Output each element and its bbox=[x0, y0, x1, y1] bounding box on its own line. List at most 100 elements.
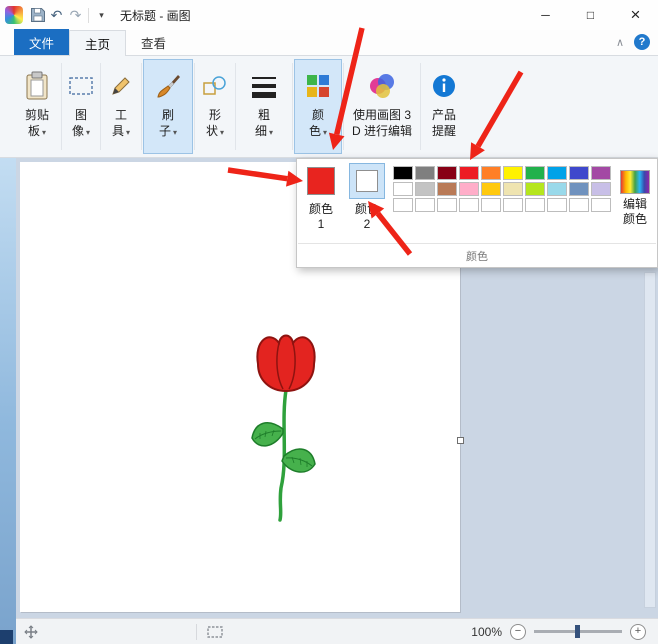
redo-button[interactable]: ↷ bbox=[66, 4, 85, 26]
ribbon-group-shapes[interactable]: 形状 ▾ bbox=[196, 59, 234, 154]
paint-window: ↶ ↷ ▾ 无标题 - 画图 ─ □ × 文件 主页 查看 ∧ ? 剪贴 板 ▾… bbox=[0, 0, 658, 644]
minimize-button[interactable]: ─ bbox=[523, 0, 568, 30]
pencil-icon bbox=[109, 66, 133, 106]
palette-cell-r1c9[interactable] bbox=[569, 166, 589, 180]
palette-cell-r1c10[interactable] bbox=[591, 166, 611, 180]
ribbon-group-tools[interactable]: 工具 ▾ bbox=[102, 59, 140, 154]
window-title: 无标题 - 画图 bbox=[120, 8, 191, 23]
desktop-background bbox=[0, 630, 13, 644]
edit-colors-icon bbox=[620, 170, 650, 194]
color1-swatch bbox=[307, 167, 335, 195]
color-grid-icon bbox=[305, 66, 331, 106]
palette-cell-r3c3[interactable] bbox=[437, 198, 457, 212]
chevron-down-icon: ▾ bbox=[173, 127, 178, 137]
info-icon bbox=[431, 66, 457, 106]
statusbar: 100% − + bbox=[16, 618, 658, 644]
minimize-icon: ─ bbox=[541, 8, 550, 22]
color-palette-grid bbox=[393, 166, 611, 212]
chevron-down-icon: ▾ bbox=[269, 127, 274, 137]
zoom-in-icon: + bbox=[634, 625, 642, 637]
chevron-down-icon: ▾ bbox=[126, 127, 131, 137]
chevron-down-icon: ▾ bbox=[86, 127, 91, 137]
brush-icon bbox=[155, 66, 181, 106]
colors-dropdown-panel: 颜色 1 颜色 2 编辑 颜色 颜色 bbox=[296, 158, 658, 268]
ribbon-tabs: 文件 主页 查看 bbox=[0, 29, 658, 56]
zoom-out-button[interactable]: − bbox=[510, 623, 526, 640]
zoom-in-button[interactable]: + bbox=[630, 623, 646, 640]
quick-access-dropdown[interactable]: ▾ bbox=[92, 4, 111, 26]
palette-cell-r2c4[interactable] bbox=[459, 182, 479, 196]
color2-swatch bbox=[356, 170, 378, 192]
vertical-scrollbar[interactable] bbox=[644, 272, 656, 608]
palette-cell-r1c3[interactable] bbox=[437, 166, 457, 180]
ribbon-group-product-alerts[interactable]: 产品 提醒 bbox=[422, 59, 466, 154]
tab-view[interactable]: 查看 bbox=[126, 29, 181, 55]
titlebar: ↶ ↷ ▾ 无标题 - 画图 ─ □ × bbox=[0, 0, 658, 30]
zoom-slider[interactable] bbox=[534, 625, 622, 638]
clipboard-icon bbox=[24, 66, 50, 106]
chevron-down-icon: ▾ bbox=[41, 127, 46, 137]
redo-icon: ↷ bbox=[69, 6, 82, 23]
undo-icon: ↶ bbox=[50, 6, 63, 23]
palette-cell-r3c9[interactable] bbox=[569, 198, 589, 212]
divider bbox=[88, 7, 89, 23]
palette-cell-r3c1[interactable] bbox=[393, 198, 413, 212]
palette-cell-r2c5[interactable] bbox=[481, 182, 501, 196]
palette-cell-r2c10[interactable] bbox=[591, 182, 611, 196]
palette-cell-r2c9[interactable] bbox=[569, 182, 589, 196]
close-icon: × bbox=[630, 5, 641, 24]
desktop-background bbox=[0, 158, 16, 644]
palette-cell-r3c5[interactable] bbox=[481, 198, 501, 212]
chevron-down-icon: ▾ bbox=[99, 9, 104, 20]
edit-colors-button[interactable]: 编辑 颜色 bbox=[614, 163, 656, 227]
zoom-out-icon: − bbox=[514, 625, 522, 637]
color2-button[interactable]: 颜色 2 bbox=[345, 163, 389, 232]
palette-cell-r2c1[interactable] bbox=[393, 182, 413, 196]
divider bbox=[196, 623, 197, 640]
palette-cell-r1c7[interactable] bbox=[525, 166, 545, 180]
palette-cell-r3c10[interactable] bbox=[591, 198, 611, 212]
tab-file[interactable]: 文件 bbox=[14, 29, 70, 55]
zoom-slider-thumb[interactable] bbox=[575, 625, 580, 638]
palette-cell-r2c3[interactable] bbox=[437, 182, 457, 196]
color1-button[interactable]: 颜色 1 bbox=[299, 163, 343, 232]
line-thickness-icon bbox=[250, 66, 278, 106]
palette-cell-r2c8[interactable] bbox=[547, 182, 567, 196]
palette-cell-r3c2[interactable] bbox=[415, 198, 435, 212]
undo-button[interactable]: ↶ bbox=[47, 4, 66, 26]
canvas-resize-handle[interactable] bbox=[457, 437, 464, 444]
zoom-level: 100% bbox=[471, 624, 502, 639]
ribbon-group-image[interactable]: 图像 ▾ bbox=[63, 59, 99, 154]
maximize-button[interactable]: □ bbox=[568, 0, 613, 30]
palette-cell-r3c8[interactable] bbox=[547, 198, 567, 212]
palette-cell-r1c4[interactable] bbox=[459, 166, 479, 180]
palette-cell-r3c6[interactable] bbox=[503, 198, 523, 212]
paint-app-icon[interactable] bbox=[5, 6, 23, 24]
chevron-down-icon: ▾ bbox=[323, 127, 328, 137]
palette-cell-r1c2[interactable] bbox=[415, 166, 435, 180]
palette-cell-r3c7[interactable] bbox=[525, 198, 545, 212]
flower-drawing bbox=[251, 334, 316, 522]
palette-cell-r1c8[interactable] bbox=[547, 166, 567, 180]
maximize-icon: □ bbox=[586, 8, 595, 22]
ribbon-group-size[interactable]: 粗细 ▾ bbox=[237, 59, 291, 154]
palette-cell-r1c6[interactable] bbox=[503, 166, 523, 180]
chevron-down-icon: ▾ bbox=[220, 127, 225, 137]
tab-home[interactable]: 主页 bbox=[69, 30, 127, 56]
paint3d-icon bbox=[367, 66, 397, 106]
save-button[interactable] bbox=[28, 4, 47, 26]
close-button[interactable]: × bbox=[613, 0, 658, 30]
ribbon-group-paint3d[interactable]: 使用画图 3D 进行编辑 bbox=[345, 59, 419, 154]
ribbon-group-colors[interactable]: 颜色 ▾ bbox=[294, 59, 342, 154]
palette-cell-r2c7[interactable] bbox=[525, 182, 545, 196]
help-icon[interactable]: ? bbox=[634, 34, 650, 50]
palette-cell-r2c2[interactable] bbox=[415, 182, 435, 196]
collapse-ribbon-icon[interactable]: ∧ bbox=[616, 36, 624, 49]
select-icon bbox=[68, 66, 94, 106]
palette-cell-r2c6[interactable] bbox=[503, 182, 523, 196]
palette-cell-r1c5[interactable] bbox=[481, 166, 501, 180]
palette-cell-r1c1[interactable] bbox=[393, 166, 413, 180]
ribbon-group-clipboard[interactable]: 剪贴板 ▾ bbox=[14, 59, 60, 154]
palette-cell-r3c4[interactable] bbox=[459, 198, 479, 212]
ribbon-group-brushes[interactable]: 刷子 ▾ bbox=[143, 59, 193, 154]
